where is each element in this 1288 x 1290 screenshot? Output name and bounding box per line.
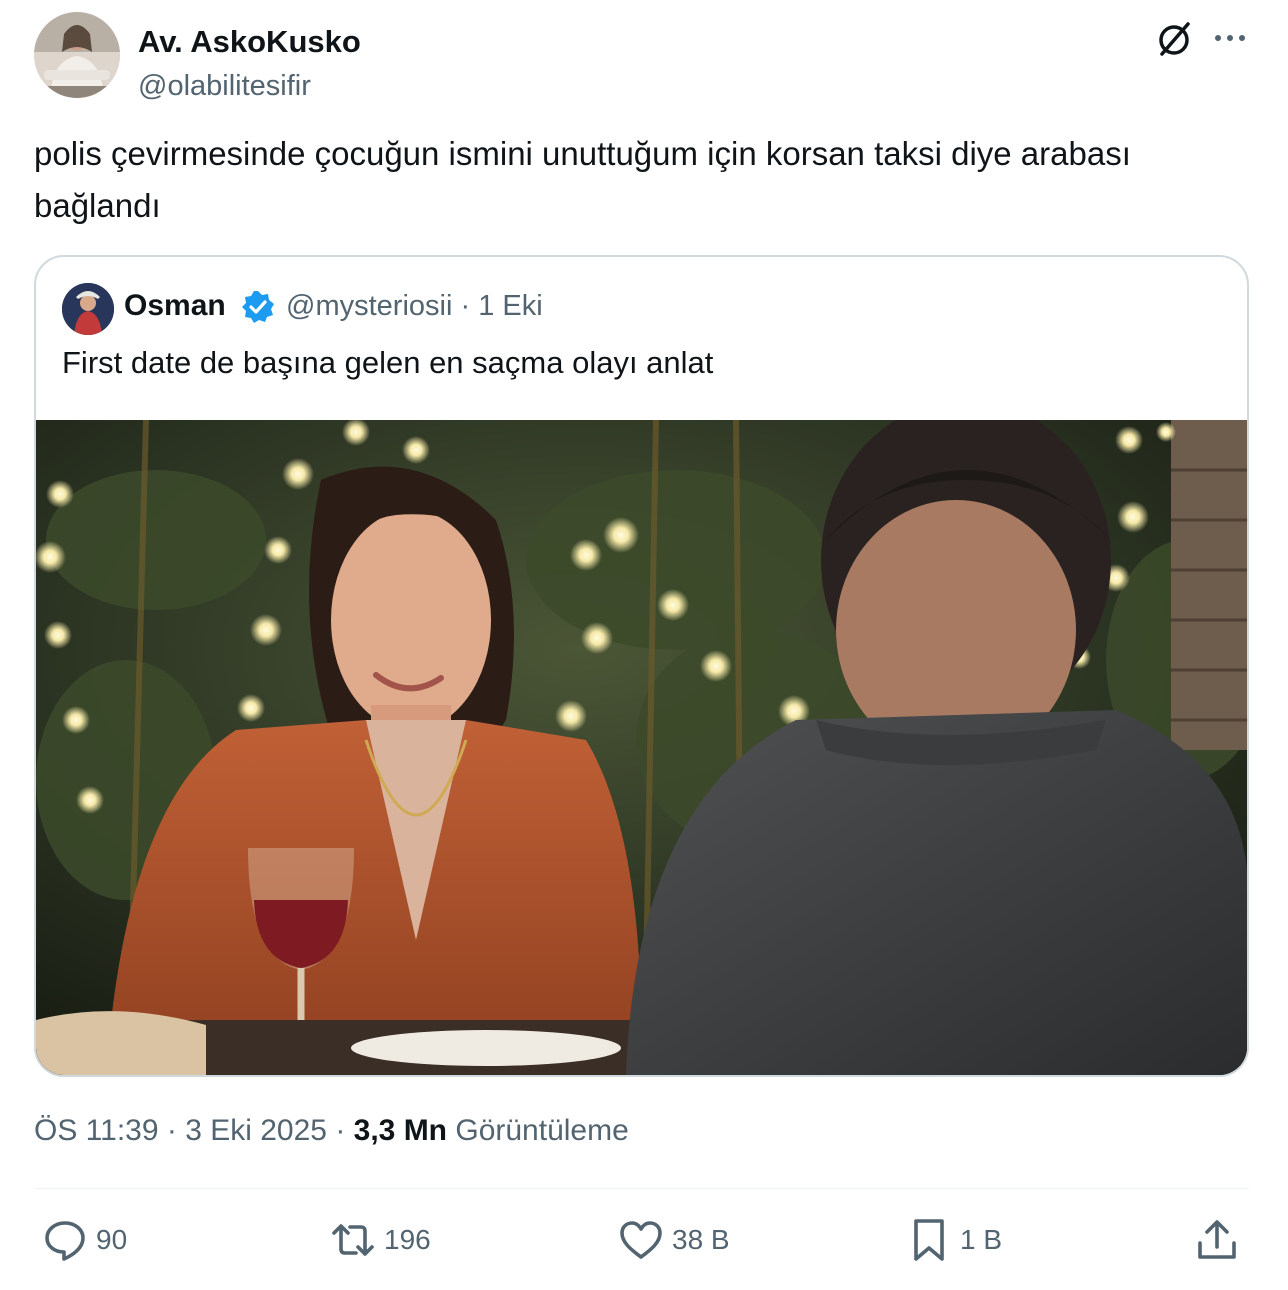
bookmark-count: 1 B: [960, 1224, 1003, 1255]
tweet-time[interactable]: ÖS 11:39: [34, 1114, 159, 1147]
more-options-icon[interactable]: [1206, 16, 1254, 60]
reply-button[interactable]: 90: [42, 1214, 127, 1266]
like-count: 38 B: [672, 1224, 730, 1255]
author-avatar[interactable]: [34, 12, 120, 98]
repost-button[interactable]: 196: [330, 1214, 431, 1266]
bookmark-button[interactable]: 1 B: [906, 1214, 1002, 1266]
repost-icon: [332, 1224, 374, 1256]
grok-icon[interactable]: [1152, 16, 1196, 60]
quoted-author-avatar[interactable]: [62, 283, 114, 335]
quoted-tweet[interactable]: Osman @mysteriosii · 1 Eki First date de…: [34, 255, 1249, 1077]
tweet-date[interactable]: 3 Eki 2025: [185, 1114, 327, 1147]
tweet-text: polis çevirmesinde çocuğun ismini unuttu…: [34, 135, 1131, 224]
author-name[interactable]: Av. AskoKusko: [138, 24, 361, 60]
reply-icon: [45, 1221, 85, 1261]
share-icon: [1198, 1220, 1236, 1259]
heart-icon: [620, 1221, 662, 1259]
verified-badge-icon: [240, 289, 276, 325]
share-button[interactable]: [1194, 1214, 1240, 1266]
view-count: 3,3 Mn: [353, 1114, 448, 1147]
quoted-author-name[interactable]: Osman: [124, 289, 226, 323]
divider: [34, 1188, 1249, 1189]
reply-count: 90: [96, 1224, 128, 1255]
repost-count: 196: [384, 1224, 431, 1255]
tweet-header: Av. AskoKusko @olabilitesifir: [34, 12, 1254, 102]
like-button[interactable]: 38 B: [618, 1214, 730, 1266]
bookmark-icon: [914, 1219, 944, 1261]
views-label: Görüntüleme: [455, 1114, 629, 1147]
quoted-handle[interactable]: @mysteriosii: [286, 290, 452, 322]
quoted-date[interactable]: 1 Eki: [478, 290, 542, 322]
author-handle[interactable]: @olabilitesifir: [138, 70, 311, 103]
quoted-author-handle-date[interactable]: @mysteriosii · 1 Eki: [286, 290, 543, 323]
tweet-meta: ÖS 11:39 · 3 Eki 2025 · 3,3 Mn Görüntüle…: [34, 1114, 629, 1147]
quoted-tweet-image[interactable]: [36, 400, 1247, 1075]
quoted-tweet-text: First date de başına gelen en saçma olay…: [62, 345, 714, 380]
